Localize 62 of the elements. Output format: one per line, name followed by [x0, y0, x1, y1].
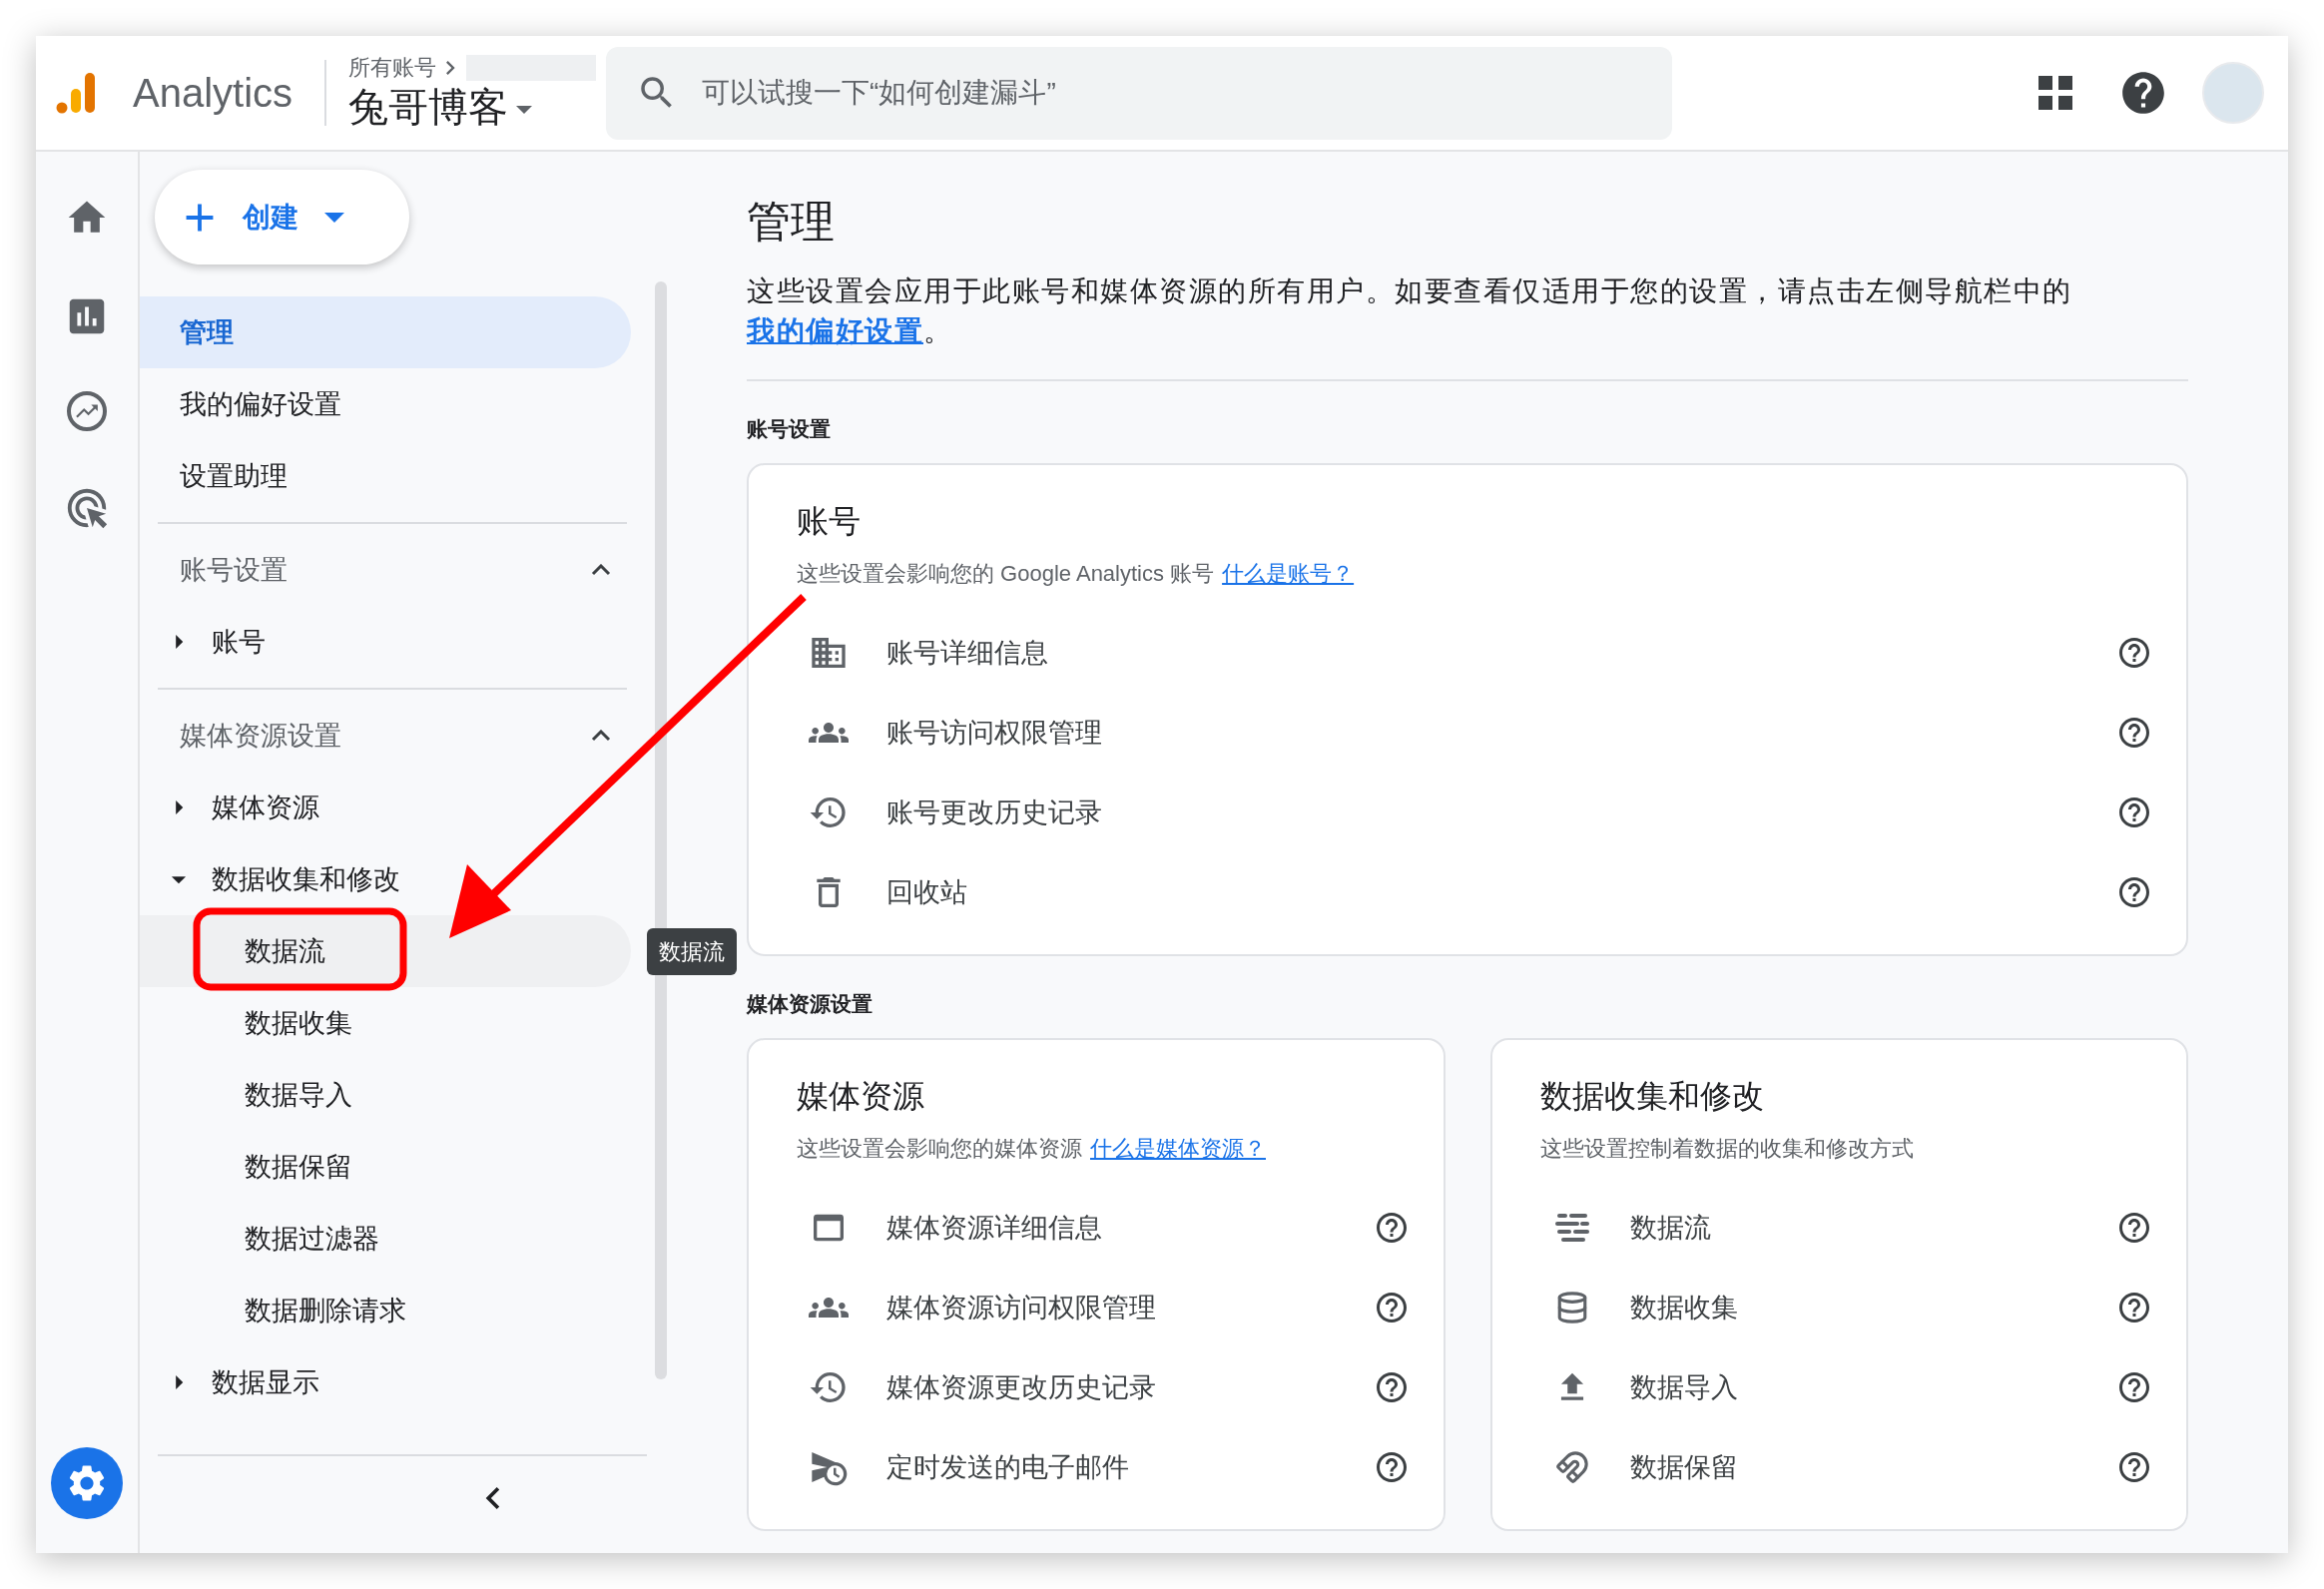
- settings-link[interactable]: 媒体资源访问权限管理: [886, 1287, 1156, 1328]
- card-subtitle: 这些设置会影响您的媒体资源: [797, 1136, 1082, 1161]
- apps-grid-icon[interactable]: [2038, 76, 2072, 110]
- section-label: 媒体资源设置: [747, 991, 873, 1017]
- settings-link[interactable]: 数据流: [1629, 1207, 1711, 1249]
- settings-link[interactable]: 回收站: [886, 871, 967, 913]
- card-subtitle: 这些设置控制着数据的收集和修改方式: [1539, 1136, 1914, 1161]
- nav-item[interactable]: 设置助理: [140, 440, 631, 512]
- help-icon: [2116, 874, 2152, 910]
- help-icon: [2116, 635, 2152, 671]
- settings-link[interactable]: 数据保留: [1629, 1446, 1738, 1488]
- help-link[interactable]: 什么是账号？: [1222, 561, 1355, 586]
- settings-link[interactable]: 账号更改历史记录: [886, 792, 1102, 833]
- section-label: 账号设置: [747, 416, 832, 442]
- nav-subitem[interactable]: 数据流: [140, 915, 631, 987]
- help-icon: [2116, 1290, 2152, 1325]
- nav-group[interactable]: 账号: [212, 621, 266, 663]
- nav-subitem[interactable]: 数据删除请求: [140, 1275, 631, 1346]
- card-subtitle: 这些设置会影响您的 Google Analytics 账号: [797, 561, 1215, 586]
- nav-group[interactable]: 媒体资源: [212, 787, 319, 828]
- nav-item[interactable]: 管理: [140, 296, 631, 368]
- search-field[interactable]: 可以试搜一下“如何创建漏斗”: [606, 46, 1673, 140]
- caret-down-icon: [516, 106, 533, 114]
- nav-subitem[interactable]: 数据收集: [140, 987, 631, 1059]
- help-icon: [2116, 1449, 2152, 1485]
- settings-link[interactable]: 账号访问权限管理: [886, 712, 1102, 754]
- create-button[interactable]: 创建: [155, 170, 409, 265]
- nav-subitem[interactable]: 数据导入: [140, 1059, 631, 1131]
- help-link[interactable]: 什么是媒体资源？: [1090, 1136, 1266, 1161]
- logo-icon: [56, 71, 96, 115]
- lines-icon: [1554, 1213, 1589, 1243]
- product-name: Analytics: [133, 70, 293, 117]
- caret-down-icon: [324, 212, 344, 223]
- section-header: 媒体资源设置: [180, 719, 341, 753]
- settings-link[interactable]: 账号详细信息: [886, 632, 1048, 674]
- nav-group[interactable]: 数据显示: [212, 1361, 319, 1403]
- nav-group[interactable]: 数据收集和修改: [212, 858, 400, 900]
- settings-link[interactable]: 数据导入: [1629, 1366, 1738, 1408]
- page-title: 管理: [747, 196, 836, 248]
- account-selector[interactable]: 兔哥博客: [348, 82, 597, 132]
- settings-link[interactable]: 媒体资源详细信息: [886, 1207, 1102, 1249]
- nav-subitem[interactable]: 数据保留: [140, 1131, 631, 1203]
- description-text: 这些设置会应用于此账号和媒体资源的所有用户。如要查看仅适用于您的设置，请点击左侧导航栏中的 我的偏好设置。: [747, 274, 2073, 348]
- preferences-link[interactable]: 我的偏好设置: [747, 315, 923, 346]
- card-title: 媒体资源: [797, 1077, 925, 1116]
- breadcrumb-link[interactable]: 所有账号: [348, 54, 437, 82]
- settings-link[interactable]: 媒体资源更改历史记录: [886, 1366, 1156, 1408]
- section-header: 账号设置: [180, 553, 288, 587]
- nav-item[interactable]: 我的偏好设置: [140, 368, 631, 440]
- settings-link[interactable]: 定时发送的电子邮件: [886, 1446, 1129, 1488]
- settings-link[interactable]: 数据收集: [1629, 1287, 1738, 1328]
- help-icon: [2116, 1210, 2152, 1246]
- collapse-toggle[interactable]: [591, 564, 611, 576]
- help-icon: [2116, 715, 2152, 751]
- card-title: 账号: [797, 502, 862, 541]
- help-icon: [2116, 794, 2152, 830]
- nav-subitem[interactable]: 数据过滤器: [140, 1203, 631, 1275]
- help-icon: [2116, 1369, 2152, 1405]
- collapse-toggle[interactable]: [591, 730, 611, 742]
- magnet-icon: [1554, 1450, 1589, 1484]
- card-title: 数据收集和修改: [1539, 1077, 1765, 1116]
- tooltip: 数据流: [647, 928, 737, 975]
